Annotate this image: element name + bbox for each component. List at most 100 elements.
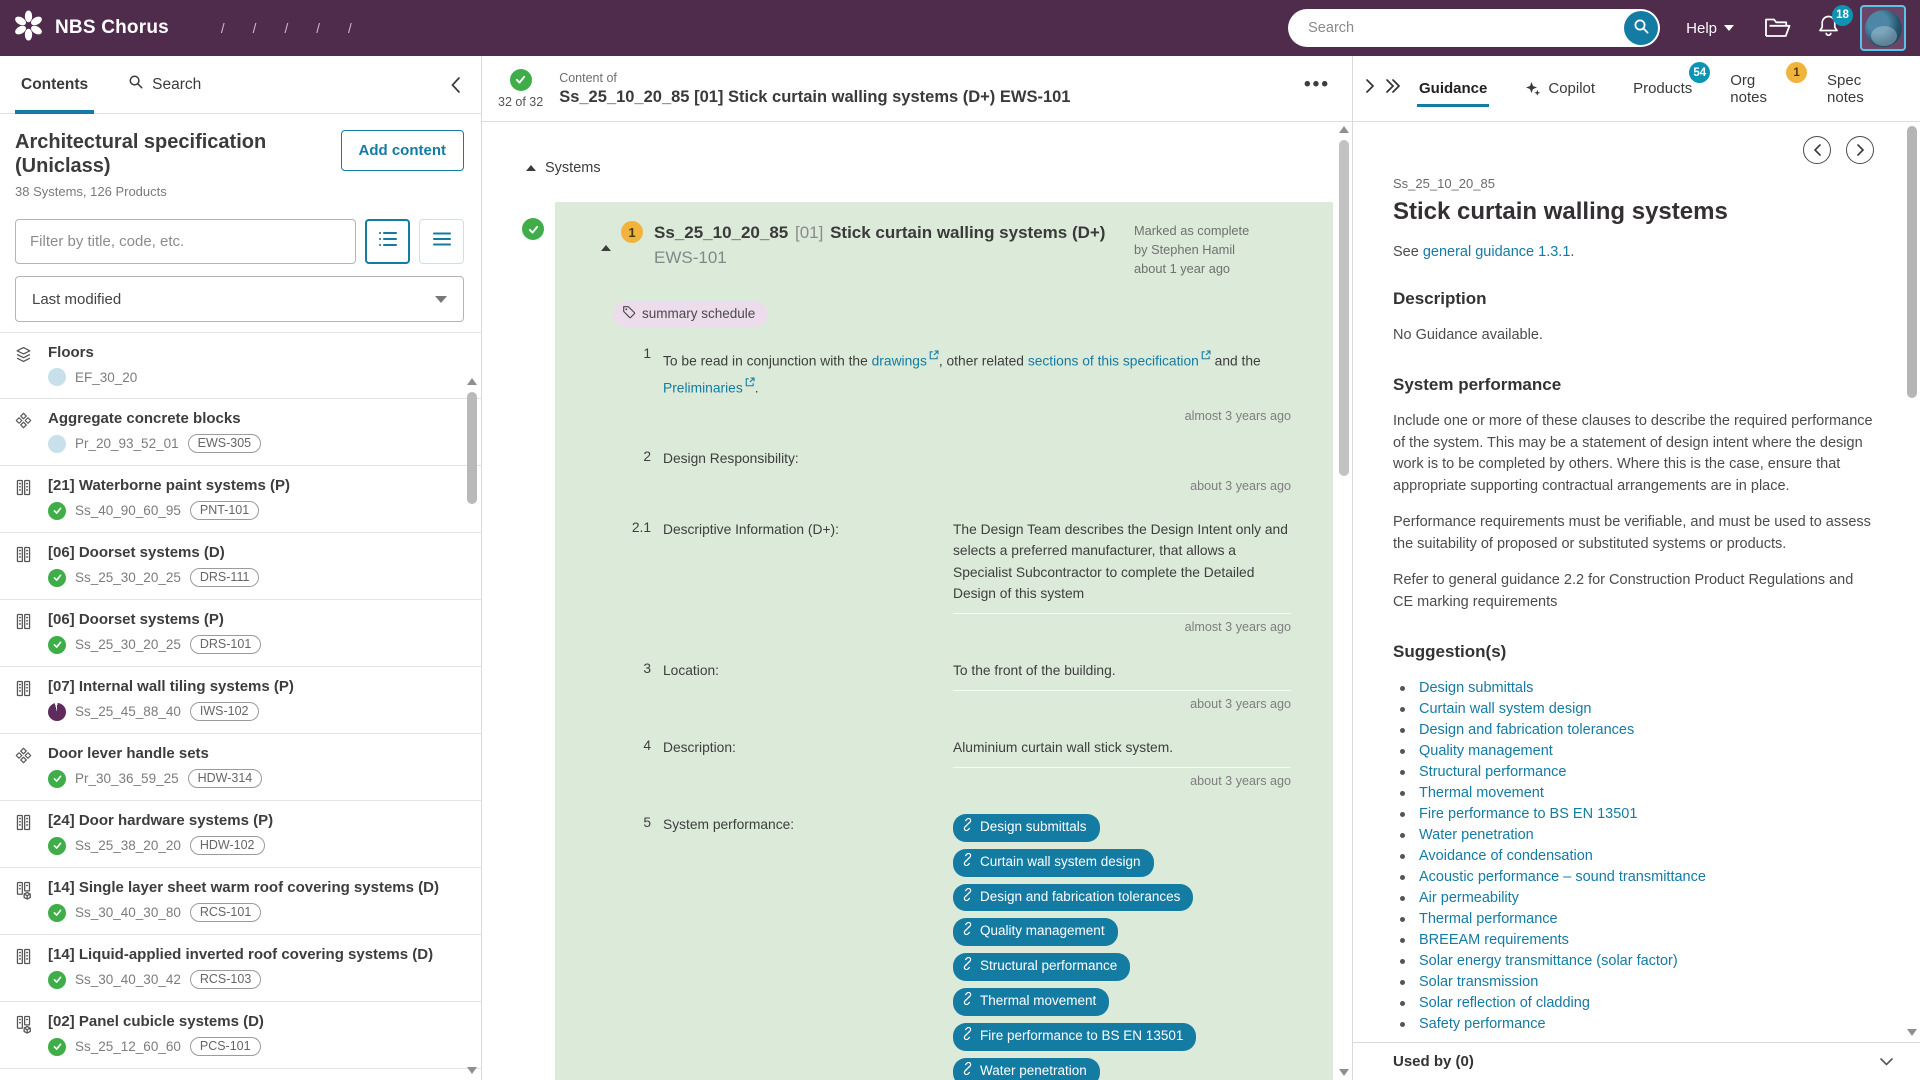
preliminaries-link[interactable]: Preliminaries (663, 380, 743, 395)
list-item[interactable]: Floors EF_30_20 (0, 332, 481, 398)
sidebar-scrollbar[interactable] (466, 378, 478, 1074)
list-item[interactable]: Door lever handle sets Pr_30_36_59_25 HD… (0, 733, 481, 800)
expand-panel-icon[interactable] (1385, 78, 1401, 99)
item-ref-badge: RCS-103 (189, 970, 262, 989)
scroll-up-arrow[interactable] (1339, 126, 1349, 133)
suggestion-link[interactable]: BREEAM requirements (1419, 932, 1569, 948)
scroll-up-arrow[interactable] (467, 378, 477, 385)
suggestion-link[interactable]: Thermal performance (1419, 911, 1558, 927)
breadcrumb-item[interactable] (334, 21, 366, 36)
tab-search[interactable]: Search (122, 56, 207, 113)
suggestion-link[interactable]: Fire performance to BS EN 13501 (1419, 806, 1637, 822)
suggestion-link[interactable]: Quality management (1419, 743, 1553, 759)
list-item[interactable]: [07] Internal wall tiling systems (P) Ss… (0, 666, 481, 733)
scroll-down-arrow[interactable] (1907, 1029, 1917, 1036)
used-by-section[interactable]: Used by (0) (1353, 1042, 1920, 1080)
compact-view-button[interactable] (419, 219, 464, 264)
suggestion-link[interactable]: Thermal movement (1419, 785, 1544, 801)
suggestion-item: Structural performance (1393, 762, 1874, 783)
linked-clause-pills: Design submittals Curtain wall system de… (953, 813, 1291, 1080)
linked-clause-pill[interactable]: Design and fabrication tolerances (953, 883, 1194, 912)
status-complete-icon (48, 1037, 66, 1056)
collapse-clause-icon[interactable] (601, 228, 611, 279)
help-menu[interactable]: Help (1686, 20, 1734, 37)
collapse-sidebar-icon[interactable] (450, 76, 461, 94)
linked-clause-pill[interactable]: Fire performance to BS EN 13501 (953, 1023, 1197, 1052)
suggestion-link[interactable]: Air permeability (1419, 890, 1519, 906)
list-view-button[interactable] (365, 219, 410, 264)
general-guidance-link[interactable]: general guidance 1.3.1 (1423, 244, 1571, 260)
user-avatar-button[interactable] (1860, 5, 1906, 51)
scroll-down-arrow[interactable] (467, 1067, 477, 1074)
pill-label: Curtain wall system design (980, 853, 1141, 869)
system-performance-heading: System performance (1393, 375, 1562, 395)
breadcrumb-item[interactable] (239, 21, 271, 36)
linked-clause-pill[interactable]: Structural performance (953, 953, 1131, 982)
projects-folder-icon[interactable] (1764, 17, 1791, 39)
suggestion-link[interactable]: Design submittals (1419, 680, 1533, 696)
breadcrumb-item[interactable] (270, 21, 302, 36)
tab-products[interactable]: Products 54 (1631, 56, 1711, 121)
suggestion-link[interactable]: Solar energy transmittance (solar factor… (1419, 953, 1678, 969)
list-item[interactable]: [21] Waterborne paint systems (P) Ss_40_… (0, 465, 481, 532)
tab-contents[interactable]: Contents (15, 56, 95, 114)
add-content-button[interactable]: Add content (340, 130, 464, 171)
suggestion-link[interactable]: Curtain wall system design (1419, 701, 1591, 717)
item-ref-badge: IWS-102 (189, 702, 259, 721)
collapse-panel-icon[interactable] (1365, 78, 1375, 99)
list-item[interactable]: [14] Liquid-applied inverted roof coveri… (0, 934, 481, 1001)
breadcrumb-item[interactable] (302, 21, 334, 36)
list-item[interactable]: [14] Single layer sheet warm roof coveri… (0, 867, 481, 934)
document-scrollbar[interactable] (1338, 126, 1350, 1076)
notifications-bell[interactable]: 18 (1817, 4, 1853, 43)
nbs-chorus-logo[interactable]: NBS Chorus (12, 9, 169, 47)
marked-complete-note: Marked as complete by Stephen Hamil abou… (1134, 223, 1250, 277)
scrollbar-thumb[interactable] (1907, 126, 1917, 398)
tab-copilot[interactable]: Copilot (1523, 56, 1597, 121)
suggestion-link[interactable]: Structural performance (1419, 764, 1566, 780)
drawings-link[interactable]: drawings (872, 353, 927, 368)
suggestion-link[interactable]: Solar transmission (1419, 974, 1538, 990)
guidance-scrollbar[interactable] (1906, 126, 1918, 1036)
suggestion-link[interactable]: Water penetration (1419, 827, 1534, 843)
suggestion-item: Quality management (1393, 741, 1874, 762)
scrollbar-thumb[interactable] (1339, 140, 1349, 476)
previous-guidance-button[interactable] (1803, 136, 1831, 164)
tab-guidance[interactable]: Guidance (1417, 56, 1490, 121)
list-item[interactable]: [24] Door hardware systems (P) Ss_25_38_… (0, 800, 481, 867)
systems-section-toggle[interactable]: Systems (526, 160, 1306, 176)
linked-clause-pill[interactable]: Design submittals (953, 813, 1100, 842)
tab-spec-notes[interactable]: Spec notes (1825, 56, 1896, 121)
scroll-down-arrow[interactable] (1339, 1069, 1349, 1076)
tab-org-notes[interactable]: Org notes 1 (1728, 56, 1808, 121)
search-button[interactable] (1624, 11, 1659, 45)
list-item[interactable]: [06] Doorset systems (D) Ss_25_30_20_25 … (0, 532, 481, 599)
list-item[interactable]: [06] Doorset systems (P) Ss_25_30_20_25 … (0, 599, 481, 666)
linked-clause-pill[interactable]: Water penetration (953, 1058, 1100, 1080)
filter-input[interactable] (15, 219, 356, 264)
suggestion-link[interactable]: Safety performance (1419, 1016, 1546, 1032)
suggestion-link[interactable]: Design and fabrication tolerances (1419, 722, 1634, 738)
linked-clause-pill[interactable]: Quality management (953, 918, 1118, 947)
system-clause-block[interactable]: 1 Ss_25_10_20_85 [01] Stick curtain wall… (555, 202, 1333, 1080)
suggestion-link[interactable]: Avoidance of condensation (1419, 848, 1593, 864)
suggestion-link[interactable]: Solar reflection of cladding (1419, 995, 1590, 1011)
linked-clause-pill[interactable]: Curtain wall system design (953, 848, 1154, 877)
more-options-button[interactable]: ••• (1304, 74, 1330, 104)
guidance-paragraph: Refer to general guidance 2.2 for Constr… (1393, 572, 1854, 610)
list-item[interactable]: Aggregate concrete blocks Pr_20_93_52_01… (0, 398, 481, 465)
linked-clause-pill[interactable]: Thermal movement (953, 988, 1110, 1017)
position-indicator: 32 of 32 (498, 94, 544, 109)
link-icon (961, 991, 974, 1012)
sort-dropdown[interactable]: Last modified (15, 276, 464, 322)
summary-schedule-tag[interactable]: summary schedule (613, 300, 769, 327)
list-item[interactable]: [02] Panel cubicle systems (D) Ss_25_12_… (0, 1001, 481, 1068)
list-item[interactable]: Compact or solid grade high-pressure lam… (0, 1068, 481, 1080)
breadcrumb-item[interactable] (207, 21, 239, 36)
clause-value: To the front of the building. (953, 662, 1116, 678)
next-guidance-button[interactable] (1846, 136, 1874, 164)
scrollbar-thumb[interactable] (467, 392, 477, 504)
search-input[interactable] (1288, 9, 1661, 47)
sections-link[interactable]: sections of this specification (1028, 353, 1199, 368)
suggestion-link[interactable]: Acoustic performance – sound transmittan… (1419, 869, 1706, 885)
